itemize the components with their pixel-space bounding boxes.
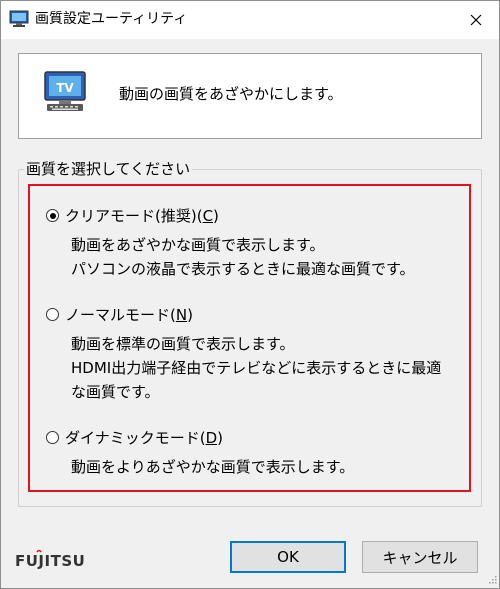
option-description: HDMI出力端子経由でテレビなどに表示するときに最適 bbox=[71, 359, 442, 377]
banner-description: 動画の画質をあざやかにします。 bbox=[119, 85, 343, 103]
resize-grip-icon[interactable] bbox=[487, 576, 497, 586]
option-description: パソコンの液晶で表示するときに最適な画質です。 bbox=[71, 260, 415, 278]
title-bar[interactable]: 画質設定ユーティリティ bbox=[1, 1, 499, 39]
option-description: な画質です。 bbox=[71, 383, 160, 401]
tv-monitor-icon: TV bbox=[44, 71, 86, 111]
close-icon bbox=[470, 14, 482, 26]
banner-icon-label: TV bbox=[56, 81, 74, 95]
radio-button[interactable] bbox=[46, 308, 59, 321]
dialog-window: 画質設定ユーティリティ TV 動画の画質をあざやかにします。 画質を選択してくだ… bbox=[0, 0, 500, 589]
tv-monitor-icon bbox=[9, 10, 29, 27]
fujitsu-logo: FUJITSU bbox=[15, 549, 85, 570]
option-description: 動画をあざやかな画質で表示します。 bbox=[71, 236, 325, 254]
option-description: 動画を標準の画質で表示します。 bbox=[71, 335, 295, 353]
cancel-button[interactable]: キャンセル bbox=[362, 541, 478, 573]
radio-button[interactable] bbox=[46, 431, 59, 444]
close-button[interactable] bbox=[453, 1, 499, 39]
group-label: 画質を選択してください bbox=[24, 159, 193, 179]
ok-button[interactable]: OK bbox=[230, 541, 346, 573]
radio-button-checked[interactable] bbox=[46, 209, 59, 222]
option-label: ノーマルモード(N) bbox=[65, 306, 193, 324]
option-label: ダイナミックモード(D) bbox=[65, 429, 223, 447]
header-banner: TV 動画の画質をあざやかにします。 bbox=[18, 53, 482, 139]
option-label: クリアモード(推奨)(C) bbox=[65, 207, 219, 225]
window-title: 画質設定ユーティリティ bbox=[35, 11, 188, 27]
option-description: 動画をよりあざやかな画質で表示します。 bbox=[71, 458, 355, 476]
brand-logo-text: FUJITSU bbox=[15, 552, 85, 570]
